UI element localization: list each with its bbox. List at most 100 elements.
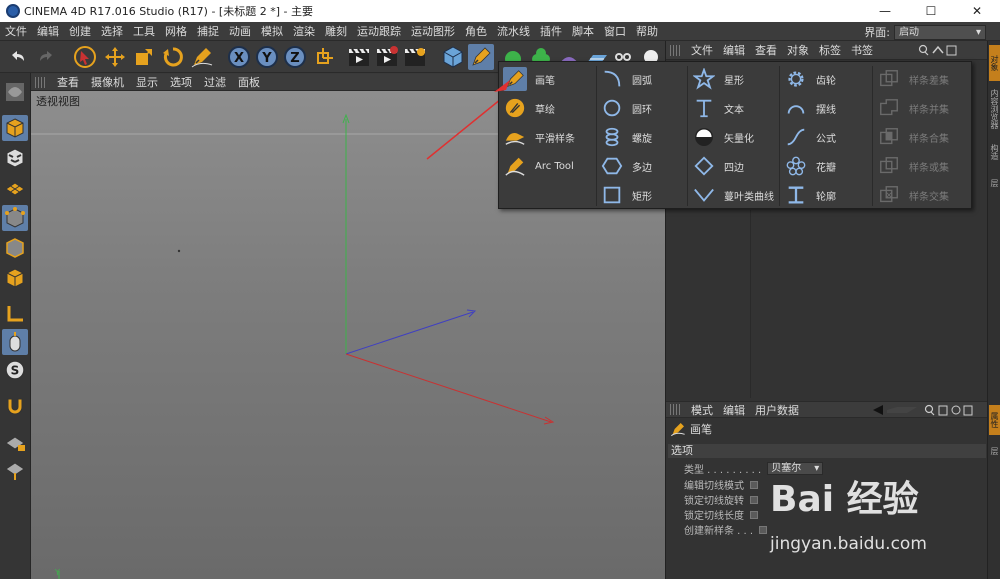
edges-mode-button[interactable] [2, 235, 28, 261]
am-menu-userdata[interactable]: 用户数据 [750, 402, 804, 418]
viewport-menu-cameras[interactable]: 摄像机 [85, 74, 130, 90]
points-mode-button[interactable] [2, 205, 28, 231]
live-selection-button[interactable] [72, 44, 98, 70]
tab-structure[interactable]: 构造 [989, 137, 1000, 167]
om-menu-tags[interactable]: 标签 [814, 42, 846, 58]
spline-menu-star[interactable]: 星形 [692, 66, 744, 92]
edit-tangent-checkbox[interactable] [750, 480, 758, 489]
viewport-menu-view[interactable]: 查看 [51, 74, 85, 90]
panel-grip-icon[interactable] [670, 404, 680, 415]
spline-menu-formula[interactable]: 公式 [784, 124, 836, 150]
create-new-spline-checkbox[interactable] [759, 525, 768, 534]
polygons-mode-button[interactable] [2, 265, 28, 291]
scale-tool-button[interactable] [131, 44, 157, 70]
menu-script[interactable]: 脚本 [567, 23, 599, 39]
move-tool-button[interactable] [102, 44, 128, 70]
tab-layers-lower[interactable]: 层 [989, 439, 1000, 463]
options-section-header[interactable]: 选项 [668, 444, 986, 458]
menu-render[interactable]: 渲染 [288, 23, 320, 39]
spline-menu-arc-tool[interactable]: Arc Tool [503, 153, 574, 179]
menu-animate[interactable]: 动画 [224, 23, 256, 39]
maximize-button[interactable]: ☐ [908, 0, 954, 22]
tweak-mode-button[interactable] [2, 329, 28, 355]
lock-tangent-rotation-checkbox[interactable] [750, 495, 758, 504]
coordinate-system-button[interactable] [311, 44, 337, 70]
workplane-mode-button[interactable] [2, 175, 28, 201]
lock-tangent-length-checkbox[interactable] [750, 510, 758, 519]
spline-menu-text[interactable]: 文本 [692, 95, 744, 121]
spline-menu-polygon[interactable]: 多边 [600, 153, 652, 179]
spline-menu-profile[interactable]: 轮廓 [784, 182, 836, 208]
y-axis-lock-button[interactable]: Y [254, 44, 280, 70]
menu-simulate[interactable]: 模拟 [256, 23, 288, 39]
spline-menu-intersection[interactable]: 样条交集 [877, 182, 949, 208]
spline-menu-helix[interactable]: 螺旋 [600, 124, 652, 150]
menu-character[interactable]: 角色 [460, 23, 492, 39]
spline-menu-cissoid[interactable]: 蔓叶类曲线 [692, 182, 774, 208]
cube-primitive-button[interactable] [440, 44, 466, 70]
pen-tool-button[interactable] [189, 44, 215, 70]
menu-sculpt[interactable]: 雕刻 [320, 23, 352, 39]
spline-pen-button[interactable] [468, 44, 494, 70]
am-nav-icons[interactable] [867, 404, 982, 417]
z-axis-lock-button[interactable]: Z [282, 44, 308, 70]
menu-edit[interactable]: 编辑 [32, 23, 64, 39]
om-nav-icons[interactable] [918, 44, 958, 57]
menu-snap[interactable]: 捕捉 [192, 23, 224, 39]
layout-dropdown[interactable]: 启动 [894, 24, 986, 40]
workplane-align-button[interactable] [2, 457, 28, 483]
om-menu-objects[interactable]: 对象 [782, 42, 814, 58]
spline-menu-vectorizer[interactable]: 矢量化 [692, 124, 754, 150]
menu-create[interactable]: 创建 [64, 23, 96, 39]
om-menu-view[interactable]: 查看 [750, 42, 782, 58]
viewport-menu-options[interactable]: 选项 [164, 74, 198, 90]
om-menu-edit[interactable]: 编辑 [718, 42, 750, 58]
render-view-button[interactable] [346, 44, 372, 70]
rotate-tool-button[interactable] [160, 44, 186, 70]
menu-tools[interactable]: 工具 [128, 23, 160, 39]
render-settings-button[interactable] [402, 44, 428, 70]
workplane-lock-button[interactable] [2, 429, 28, 455]
spline-menu-cycloid[interactable]: 摆线 [784, 95, 836, 121]
tab-objects[interactable]: 对象 [989, 45, 1000, 81]
menu-select[interactable]: 选择 [96, 23, 128, 39]
tab-layers[interactable]: 层 [989, 171, 1000, 195]
undo-button[interactable] [4, 44, 30, 70]
menu-pipeline[interactable]: 流水线 [492, 23, 535, 39]
menu-motion-tracking[interactable]: 运动跟踪 [352, 23, 406, 39]
tab-attributes[interactable]: 属性 [989, 405, 1000, 435]
spline-menu-union[interactable]: 样条并集 [877, 95, 949, 121]
render-picture-viewer-button[interactable] [374, 44, 400, 70]
menu-mesh[interactable]: 网格 [160, 23, 192, 39]
close-button[interactable]: ✕ [954, 0, 1000, 22]
spline-menu-cogwheel[interactable]: 齿轮 [784, 66, 836, 92]
tab-content-browser[interactable]: 内容浏览器 [989, 85, 1000, 133]
spline-menu-sketch[interactable]: 草绘 [503, 95, 555, 121]
am-menu-mode[interactable]: 模式 [686, 402, 718, 418]
viewport-menu-panel[interactable]: 面板 [232, 74, 266, 90]
spline-menu-flower[interactable]: 花瓣 [784, 153, 836, 179]
am-menu-edit[interactable]: 编辑 [718, 402, 750, 418]
menu-mograph[interactable]: 运动图形 [406, 23, 460, 39]
viewport-menu-filter[interactable]: 过滤 [198, 74, 232, 90]
om-menu-bookmarks[interactable]: 书签 [846, 42, 878, 58]
om-menu-file[interactable]: 文件 [686, 42, 718, 58]
snap-button[interactable]: S [2, 357, 28, 383]
make-editable-button[interactable] [2, 79, 28, 105]
minimize-button[interactable]: — [862, 0, 908, 22]
viewport-menu-display[interactable]: 显示 [130, 74, 164, 90]
menu-help[interactable]: 帮助 [631, 23, 663, 39]
spline-menu-arc[interactable]: 圆弧 [600, 66, 652, 92]
spline-menu-rectangle[interactable]: 矩形 [600, 182, 652, 208]
menu-window[interactable]: 窗口 [599, 23, 631, 39]
spline-menu-subtract[interactable]: 样条差集 [877, 66, 949, 92]
redo-button[interactable] [34, 44, 60, 70]
axis-mode-button[interactable] [2, 301, 28, 327]
spline-menu-circle[interactable]: 圆环 [600, 95, 652, 121]
spline-menu-4-side[interactable]: 四边 [692, 153, 744, 179]
spline-menu-or[interactable]: 样条或集 [877, 153, 949, 179]
model-mode-button[interactable] [2, 115, 28, 141]
spline-menu-and[interactable]: 样条合集 [877, 124, 949, 150]
magnet-button[interactable] [2, 393, 28, 419]
panel-grip-icon[interactable] [670, 44, 680, 56]
